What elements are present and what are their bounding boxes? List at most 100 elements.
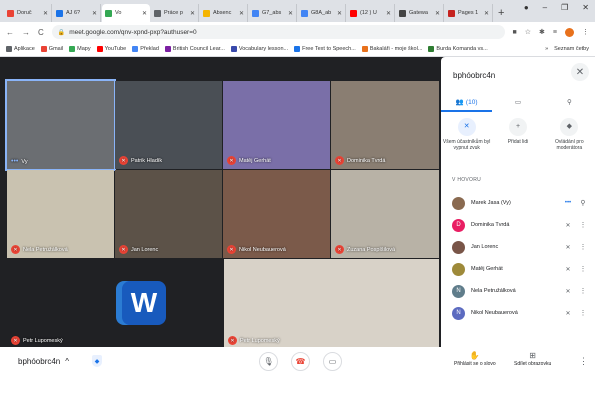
tab-chat[interactable]: ▭	[492, 94, 543, 112]
bookmark-item[interactable]: Překlad	[132, 46, 159, 52]
participant-row[interactable]: D Dominika Tvrdá ✕ ⋮	[441, 214, 595, 236]
bookmark-item[interactable]: YouTube	[96, 46, 126, 52]
participant-tile[interactable]: ✕ Zuzana Pospíšilová	[331, 170, 439, 258]
participant-tile[interactable]: ✕ Patrik Hladík	[115, 81, 222, 169]
mic-off-icon: ✕	[11, 336, 20, 345]
browser-tab[interactable]: (12 ) U ✕	[347, 4, 395, 22]
participant-tile[interactable]: ✕ Dominika Tvrdá	[331, 81, 439, 169]
tab-activities[interactable]: ⚲	[544, 94, 595, 112]
participant-tile[interactable]: ••• Vy	[5, 79, 116, 171]
tab-close-icon[interactable]: ✕	[435, 10, 440, 17]
restore-button[interactable]: ❐	[561, 3, 568, 12]
bookmarks-overflow[interactable]: »	[545, 46, 548, 52]
bookmark-label: Gmail	[48, 46, 64, 52]
forward-button[interactable]: →	[22, 28, 30, 37]
tab-close-icon[interactable]: ✕	[190, 10, 195, 17]
panel-action-add-person[interactable]: + Přidat lidi	[492, 118, 543, 151]
menu-icon[interactable]: ⋮	[582, 28, 589, 36]
tab-close-icon[interactable]: ✕	[484, 10, 489, 17]
participant-tile[interactable]: ✕ Nikol Neubauerová	[223, 170, 330, 258]
tab-favicon-icon	[7, 9, 14, 17]
microphone-button[interactable]: 🎙	[259, 352, 278, 371]
participant-row[interactable]: Marek Jasa (Vy) ••• ⚲	[441, 192, 595, 214]
mic-off-icon[interactable]: ✕	[563, 244, 573, 251]
more-options-icon[interactable]: ⋮	[579, 287, 587, 295]
more-options-icon[interactable]: ⋮	[579, 221, 587, 229]
browser-tab[interactable]: Práce p ✕	[151, 4, 199, 22]
browser-tab[interactable]: Gatewa ✕	[396, 4, 444, 22]
tile-name: ✕ Petr Lupomeský	[11, 336, 63, 345]
avatar: N	[452, 284, 465, 298]
extension-icon[interactable]: ✱	[539, 28, 545, 36]
reading-list-icon[interactable]: ≡	[553, 29, 557, 36]
browser-tab[interactable]: G8A_ab ✕	[298, 4, 346, 22]
pin-icon[interactable]: ⚲	[579, 199, 587, 207]
mic-off-icon: ✕	[119, 156, 128, 165]
mic-off-icon[interactable]: ✕	[563, 266, 573, 273]
new-tab-button[interactable]: +	[498, 4, 504, 22]
tile-name: ✕ Nikol Neubauerová	[227, 245, 286, 254]
bookmark-item[interactable]: British Council Lear...	[164, 46, 225, 52]
address-bar[interactable]: 🔒 meet.google.com/qnv-xpnd-pxp?authuser=…	[51, 25, 505, 39]
more-options-icon[interactable]: ⋮	[579, 265, 587, 273]
browser-tab[interactable]: Vo ✕	[102, 4, 150, 22]
camera-button[interactable]: ▭	[323, 352, 342, 371]
tab-close-icon[interactable]: ✕	[386, 10, 391, 17]
profile-circle-icon[interactable]: ●	[524, 3, 529, 12]
mic-off-icon[interactable]: ✕	[563, 222, 573, 229]
activities-icon: ⚲	[566, 99, 572, 106]
bookmark-item[interactable]: Burda Komanda vs...	[428, 46, 488, 52]
close-window-button[interactable]: ✕	[582, 3, 589, 12]
bookmark-item[interactable]: Aplikace	[6, 46, 35, 52]
reading-list-link[interactable]: Seznam četby	[554, 46, 589, 52]
window-controls: ● – ❐ ✕	[524, 3, 589, 12]
minimize-button[interactable]: –	[543, 3, 547, 12]
more-options-icon[interactable]: ⋮	[579, 243, 587, 251]
participant-tile[interactable]: W ✕ Petr Lupomeský	[7, 259, 223, 349]
close-panel-button[interactable]: ✕	[571, 63, 589, 81]
participant-tile[interactable]: ✕ Petr Lupomeský	[224, 259, 439, 349]
browser-tab[interactable]: Pages 1 ✕	[445, 4, 493, 22]
tab-label: (12 ) U	[360, 10, 377, 16]
security-shield-icon[interactable]: ◆	[92, 355, 102, 367]
tab-close-icon[interactable]: ✕	[337, 10, 342, 17]
participant-tile[interactable]: ✕ Jan Lorenc	[115, 170, 222, 258]
bookmarks-bar: Aplikace Gmail Mapy YouTube Překlad British C…	[0, 42, 595, 57]
browser-tab[interactable]: AJ 6? ✕	[53, 4, 101, 22]
browser-tab[interactable]: G7_abs ✕	[249, 4, 297, 22]
back-button[interactable]: ←	[6, 28, 14, 37]
bookmark-item[interactable]: Vocabulary lesson...	[230, 46, 288, 52]
end-call-button[interactable]: ☎	[291, 352, 310, 371]
browser-tab[interactable]: Absenc ✕	[200, 4, 248, 22]
participant-row[interactable]: N Nikol Neubauerová ✕ ⋮	[441, 302, 595, 324]
participant-tile[interactable]: ✕ Matěj Gerhát	[223, 81, 330, 169]
bookmark-item[interactable]: Gmail	[40, 46, 64, 52]
tab-close-icon[interactable]: ✕	[239, 10, 244, 17]
tab-close-icon[interactable]: ✕	[288, 10, 293, 17]
mic-off-icon[interactable]: ✕	[563, 310, 573, 317]
reload-button[interactable]: C	[38, 28, 44, 37]
mic-off-icon[interactable]: ✕	[563, 288, 573, 295]
participant-tile[interactable]: ✕ Nela Petružálková	[7, 170, 114, 258]
present-button[interactable]: ⊞ Sdílet obrazovku	[514, 351, 551, 367]
profile-avatar[interactable]	[565, 27, 574, 37]
tab-close-icon[interactable]: ✕	[92, 10, 97, 17]
tab-close-icon[interactable]: ✕	[142, 10, 147, 17]
raise-hand-button[interactable]: ✋ Přihlásit se o slovo	[454, 351, 496, 367]
camera-indicator-icon[interactable]: ■	[513, 29, 517, 36]
bookmark-item[interactable]: Mapy	[69, 46, 91, 52]
participant-row[interactable]: Matěj Gerhát ✕ ⋮	[441, 258, 595, 280]
participant-row[interactable]: N Nela Petružálková ✕ ⋮	[441, 280, 595, 302]
more-options-button[interactable]: ⋮	[579, 356, 588, 367]
panel-action-shield[interactable]: ◆ Ovládání pro moderátora	[544, 118, 595, 151]
meeting-details-button[interactable]: bphóobrc4n ^	[18, 357, 69, 366]
tab-close-icon[interactable]: ✕	[43, 10, 48, 17]
browser-tab[interactable]: Doruč ✕	[4, 4, 52, 22]
more-options-icon[interactable]: ⋮	[579, 309, 587, 317]
participant-row[interactable]: Jan Lorenc ✕ ⋮	[441, 236, 595, 258]
bookmark-item[interactable]: Bakaláři - moje škol...	[361, 46, 422, 52]
tab-people[interactable]: 👥 (10)	[441, 94, 493, 112]
star-icon[interactable]: ☆	[525, 28, 531, 36]
panel-action-mic-off[interactable]: ✕ Všem účastníkům byl vypnut zvuk	[441, 118, 492, 151]
bookmark-item[interactable]: Free Text to Speech...	[294, 46, 356, 52]
